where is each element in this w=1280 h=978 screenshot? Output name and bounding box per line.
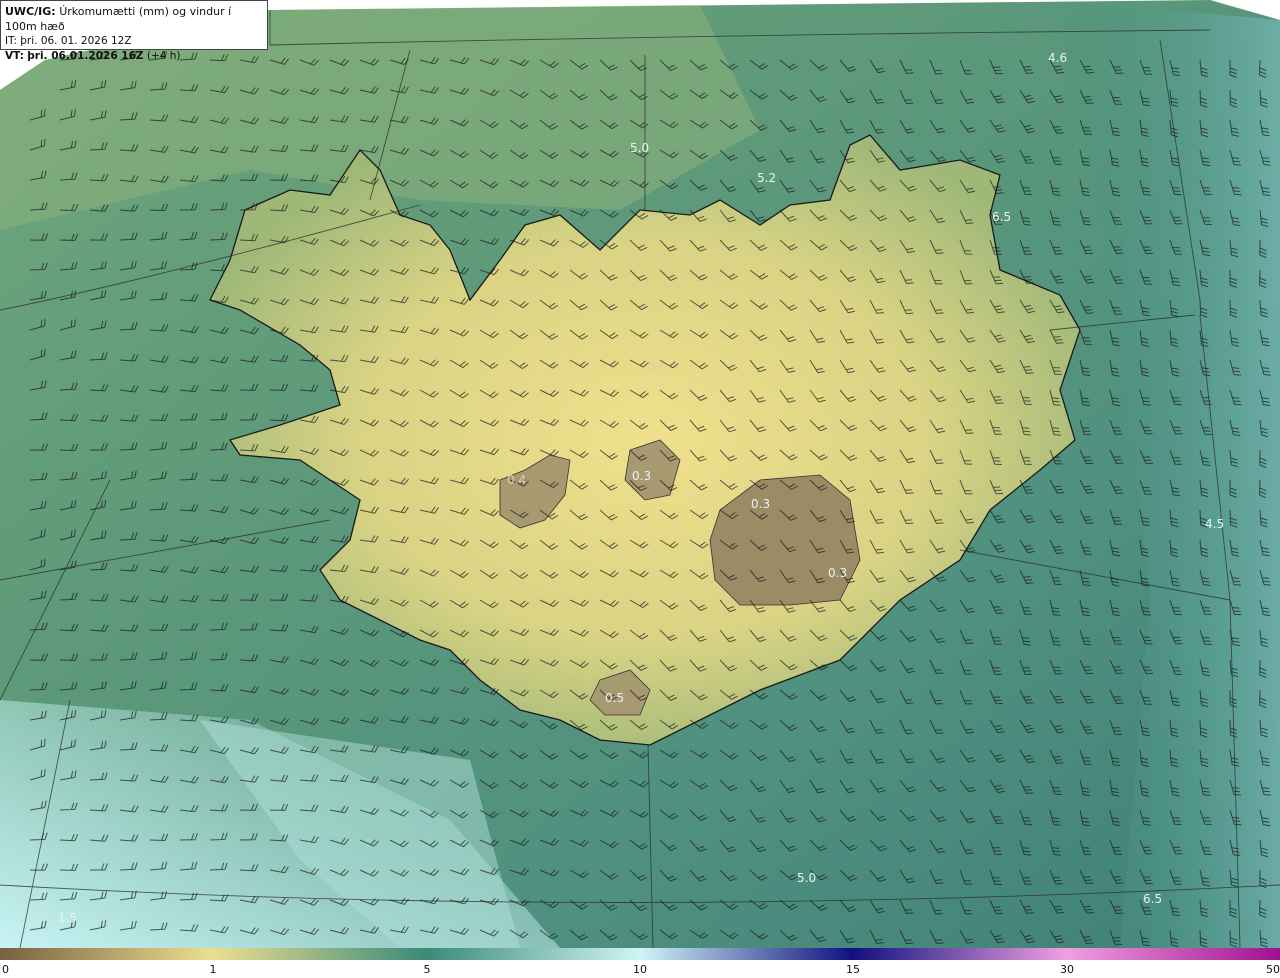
colorbar-tick: 50 (1266, 963, 1280, 976)
contour-label: 0.3 (751, 497, 770, 511)
contour-label: 4.5 (1205, 517, 1224, 531)
precipitation-map: 4.6 5.0 5.2 6.5 0.9 0.3 0.3 0.4 0.3 4.5 … (0, 0, 1280, 948)
contour-label: 4.6 (1048, 51, 1067, 65)
title-line: UWC/IG: Úrkomumætti (mm) og vindur í 100… (5, 4, 263, 34)
colorbar-tick: 10 (633, 963, 647, 976)
valid-time-line: VT: þri. 06.01.2026 16Z (+4 h) (5, 49, 263, 64)
valid-time: þri. 06.01.2026 16Z (27, 50, 144, 62)
contour-label: 5.0 (797, 871, 816, 885)
colorbar-tick: 1 (209, 963, 217, 976)
colorbar-tick: 5 (423, 963, 431, 976)
contour-label: 5.0 (630, 141, 649, 155)
contour-label: 0.3 (828, 566, 847, 580)
contour-label: 0.3 (632, 469, 651, 483)
init-time: þri. 06. 01. 2026 12Z (20, 35, 132, 47)
contour-label: 1.5 (58, 911, 77, 925)
colorbar-tick: 15 (846, 963, 860, 976)
valid-prefix: VT: (5, 50, 24, 62)
contour-label: 0.5 (605, 691, 624, 705)
init-time-line: IT: þri. 06. 01. 2026 12Z (5, 34, 263, 49)
colorbar-tick: 30 (1060, 963, 1074, 976)
model-name: UWC/IG: (5, 5, 56, 18)
contour-label: 0.9 (648, 361, 667, 375)
colorbar (0, 948, 1280, 960)
colorbar-labels: 0 1 5 10 15 30 50 (0, 961, 1280, 978)
contour-label: 6.5 (992, 210, 1011, 224)
forecast-info-box: UWC/IG: Úrkomumætti (mm) og vindur í 100… (0, 0, 268, 62)
init-prefix: IT: (5, 35, 17, 47)
contour-label: 0.4 (507, 473, 526, 487)
contour-label: 5.2 (757, 171, 776, 185)
lead-time: (+4 h) (146, 50, 181, 62)
contour-label: 6.5 (1143, 892, 1162, 906)
colorbar-tick: 0 (2, 963, 9, 976)
